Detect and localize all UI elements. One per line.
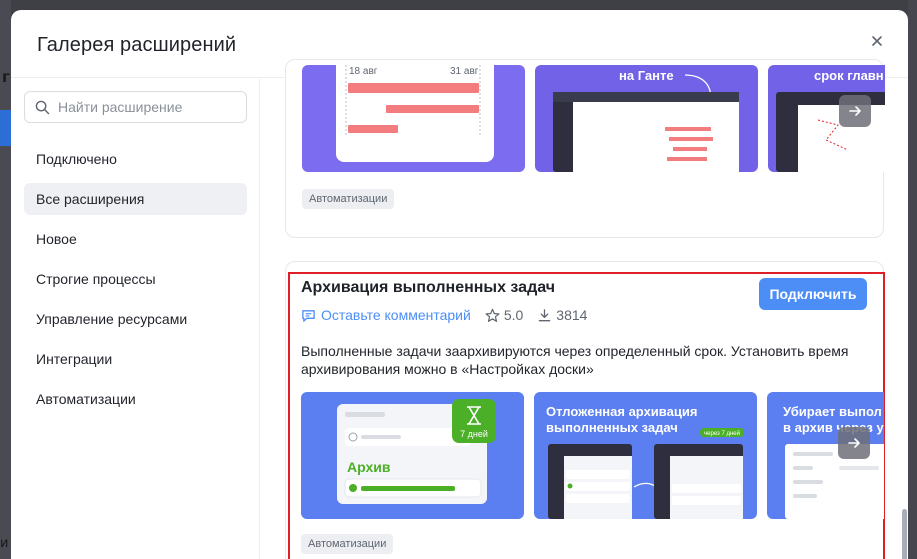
sidebar-item-strict-processes[interactable]: Строгие процессы: [24, 263, 247, 295]
thumbnail-caption: срок главн: [814, 68, 884, 83]
screenshot-thumbnail[interactable]: Архив 7 дней: [301, 392, 524, 519]
category-tag: Автоматизации: [301, 534, 394, 554]
screenshot-carousel: Архив 7 дней Отложенная архивация выполн…: [301, 392, 884, 519]
extension-description: Выполненные задачи заархивируются через …: [301, 343, 849, 377]
thumbnail-heading-line2: выполненных задач: [546, 420, 678, 435]
carousel-next-button[interactable]: [838, 427, 870, 459]
thumbnail-chip: через 7 дней: [704, 430, 740, 437]
extensions-list[interactable]: 18 авг 31 авг на Ганте срок главн Автома…: [261, 59, 908, 559]
gantt-board-illustration: на Ганте: [553, 68, 739, 172]
leave-comment-link[interactable]: Оставьте комментарий: [301, 307, 471, 323]
content-scrollbar[interactable]: [902, 509, 907, 559]
extensions-gallery-dialog: Галерея расширений Подключено Все расшир…: [11, 10, 908, 559]
screenshot-thumbnail[interactable]: на Ганте: [535, 65, 758, 172]
search-input[interactable]: [58, 99, 238, 115]
sidebar-item-integrations[interactable]: Интеграции: [24, 343, 247, 375]
sidebar-item-new[interactable]: Новое: [24, 223, 247, 255]
thumbnail-heading-line1: Убирает выпол: [783, 404, 882, 419]
extension-card-previous: 18 авг 31 авг на Ганте срок главн Автома…: [285, 59, 885, 238]
extension-card-archive: Архивация выполненных задач Подключить О…: [285, 261, 885, 559]
search-box: [24, 91, 247, 123]
background-app-button: [0, 110, 11, 146]
sidebar-item-resource-management[interactable]: Управление ресурсами: [24, 303, 247, 335]
days-badge: 7 дней: [460, 429, 488, 439]
comment-icon: [302, 309, 315, 322]
extension-meta: Оставьте комментарий 5.0 3814: [301, 307, 587, 323]
screenshot-carousel: 18 авг 31 авг на Ганте срок главн: [302, 65, 885, 172]
downloads-count: 3814: [556, 307, 588, 323]
delayed-archive-illustration: Отложенная архивация выполненных задач ч…: [546, 404, 744, 519]
background-app-text: г: [2, 68, 10, 86]
download-icon: [538, 308, 551, 321]
search-icon: [35, 100, 50, 114]
connect-button[interactable]: Подключить: [759, 278, 867, 310]
screenshot-thumbnail[interactable]: 18 авг 31 авг: [302, 65, 525, 172]
comment-label: Оставьте комментарий: [321, 307, 471, 323]
arrow-right-icon: [848, 438, 860, 448]
gantt-illustration: 18 авг 31 авг: [336, 65, 494, 162]
downloads: 3814: [537, 307, 587, 323]
arrow-right-icon: [849, 106, 861, 116]
rating-value: 5.0: [503, 307, 524, 323]
date-label-start: 18 авг: [349, 66, 378, 77]
archive-label: Архив: [347, 459, 391, 475]
category-tag: Автоматизации: [302, 189, 395, 209]
sidebar: Подключено Все расширения Новое Строгие …: [11, 79, 260, 559]
background-app-right: [908, 0, 917, 559]
star-icon: [485, 308, 500, 322]
thumbnail-heading-line1: Отложенная архивация: [546, 404, 697, 419]
dialog-title: Галерея расширений: [37, 34, 237, 56]
archive-illustration: Архив 7 дней: [337, 399, 496, 504]
thumbnail-caption: на Ганте: [619, 68, 674, 83]
sidebar-nav: Подключено Все расширения Новое Строгие …: [24, 143, 247, 423]
sidebar-item-connected[interactable]: Подключено: [24, 143, 247, 175]
sidebar-item-all-extensions[interactable]: Все расширения: [24, 183, 247, 215]
rating: 5.0: [485, 307, 523, 323]
screenshot-thumbnail[interactable]: Отложенная архивация выполненных задач ч…: [534, 392, 757, 519]
background-app-text-bottom: и: [0, 536, 9, 551]
sidebar-item-automations[interactable]: Автоматизации: [24, 383, 247, 415]
carousel-next-button[interactable]: [839, 95, 871, 127]
extension-title: Архивация выполненных задач: [301, 279, 556, 296]
date-label-end: 31 авг: [450, 66, 479, 77]
close-button[interactable]: [868, 32, 886, 50]
close-icon: [872, 36, 882, 46]
